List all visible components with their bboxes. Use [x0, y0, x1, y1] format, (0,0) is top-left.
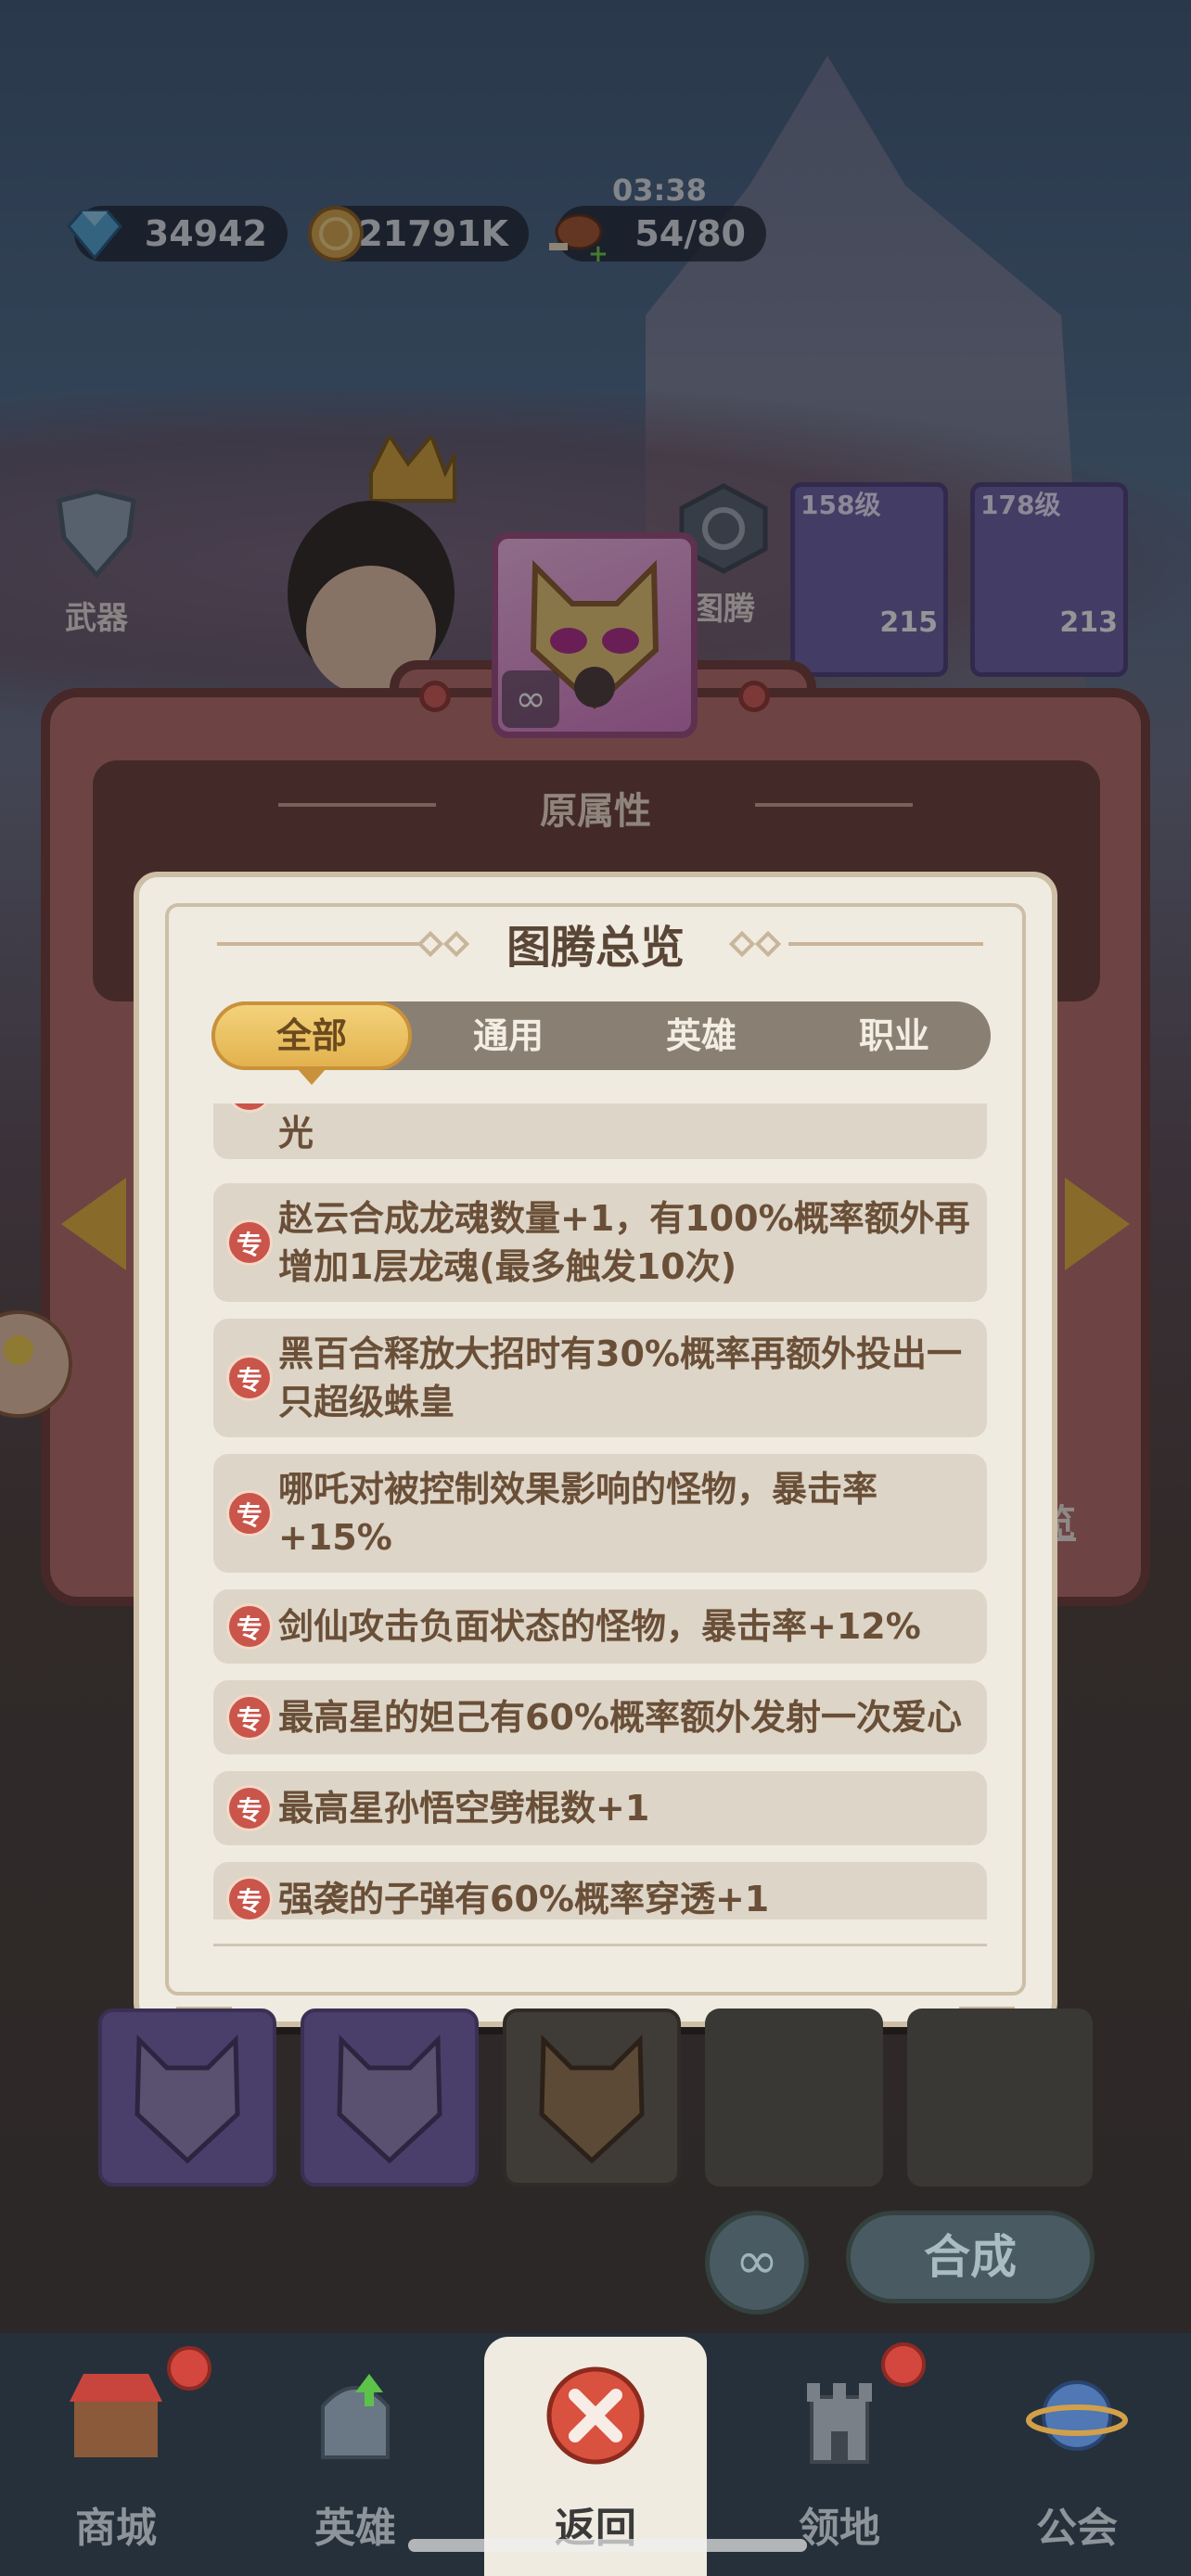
planet-icon: [1026, 2380, 1128, 2451]
effect-text: 剑仙攻击负面状态的怪物，暴击率+12%: [278, 1606, 921, 1647]
empty-slot[interactable]: [907, 2009, 1093, 2187]
exclusive-icon: 专: [226, 1355, 273, 1401]
home-indicator[interactable]: [408, 2539, 807, 2552]
totem-slot[interactable]: [301, 2009, 479, 2187]
list-bottom-divider: [213, 1944, 987, 1946]
effect-text: 最高星的妲己有60%概率额外发射一次爱心: [278, 1697, 962, 1738]
exclusive-icon: 专: [226, 1490, 273, 1537]
exclusive-icon: 专: [226, 1785, 273, 1831]
effect-text: 哪吒对被控制效果影响的怪物，暴击率+15%: [278, 1469, 878, 1558]
notification-dot: [167, 2346, 211, 2391]
nav-label: 公会: [1036, 2505, 1118, 2552]
exclusive-icon: 专: [226, 1603, 273, 1650]
castle-icon: [807, 2383, 872, 2464]
cat-mask-icon: [337, 2034, 442, 2164]
close-icon: [546, 2366, 645, 2465]
tab-class[interactable]: 职业: [798, 1001, 991, 1070]
totem-overview-modal: 图腾总览 全部 通用 英雄 职业 专 光 专 赵云合成龙魂数量+1，有100%概…: [134, 872, 1057, 2027]
link-button[interactable]: ∞: [705, 2211, 809, 2315]
synthesize-button[interactable]: 合成: [846, 2211, 1095, 2303]
effect-text: 黑百合释放大招时有30%概率再额外投出一只超级蛛皇: [278, 1333, 962, 1422]
tab-hero[interactable]: 英雄: [605, 1001, 798, 1070]
cat-mask-icon: [134, 2034, 240, 2164]
totem-effect-list[interactable]: 专 光 专 赵云合成龙魂数量+1，有100%概率额外再增加1层龙魂(最多触发10…: [213, 1103, 987, 1919]
effect-text: 赵云合成龙魂数量+1，有100%概率额外再增加1层龙魂(最多触发10次): [278, 1198, 970, 1287]
empty-slot[interactable]: [705, 2009, 883, 2187]
tab-all[interactable]: 全部: [211, 1001, 412, 1085]
list-item: 专 最高星的妲己有60%概率额外发射一次爱心: [213, 1680, 987, 1754]
list-item: 专 哪吒对被控制效果影响的怪物，暴击率+15%: [213, 1454, 987, 1573]
cat-mask-icon: [539, 2034, 645, 2164]
list-item: 专 光: [213, 1103, 987, 1159]
nav-label: 商城: [75, 2505, 157, 2552]
effect-text: 光: [278, 1113, 314, 1154]
shop-icon: [70, 2374, 162, 2457]
tab-general[interactable]: 通用: [412, 1001, 605, 1070]
nav-item-guild[interactable]: 公会: [970, 2337, 1184, 2576]
list-item: 专 黑百合释放大招时有30%概率再额外投出一只超级蛛皇: [213, 1319, 987, 1437]
list-item: 专 剑仙攻击负面状态的怪物，暴击率+12%: [213, 1589, 987, 1664]
helmet-icon: [321, 2374, 390, 2459]
nav-item-shop[interactable]: 商城: [9, 2337, 223, 2576]
modal-title: 图腾总览: [506, 922, 685, 974]
exclusive-icon: 专: [226, 1103, 273, 1113]
exclusive-icon: 专: [226, 1694, 273, 1741]
exclusive-icon: 专: [226, 1876, 273, 1919]
link-icon: ∞: [735, 2231, 779, 2291]
list-item: 专 最高星孙悟空劈棍数+1: [213, 1771, 987, 1845]
totem-slot[interactable]: [503, 2009, 681, 2187]
totem-slot[interactable]: [98, 2009, 276, 2187]
category-tabs: 全部 通用 英雄 职业: [211, 1001, 991, 1085]
list-item: 专 强袭的子弹有60%概率穿透+1: [213, 1862, 987, 1919]
notification-dot: [881, 2342, 926, 2387]
effect-text: 最高星孙悟空劈棍数+1: [278, 1788, 650, 1829]
list-item: 专 赵云合成龙魂数量+1，有100%概率额外再增加1层龙魂(最多触发10次): [213, 1183, 987, 1302]
exclusive-icon: 专: [226, 1219, 273, 1266]
effect-text: 强袭的子弹有60%概率穿透+1: [278, 1879, 770, 1919]
